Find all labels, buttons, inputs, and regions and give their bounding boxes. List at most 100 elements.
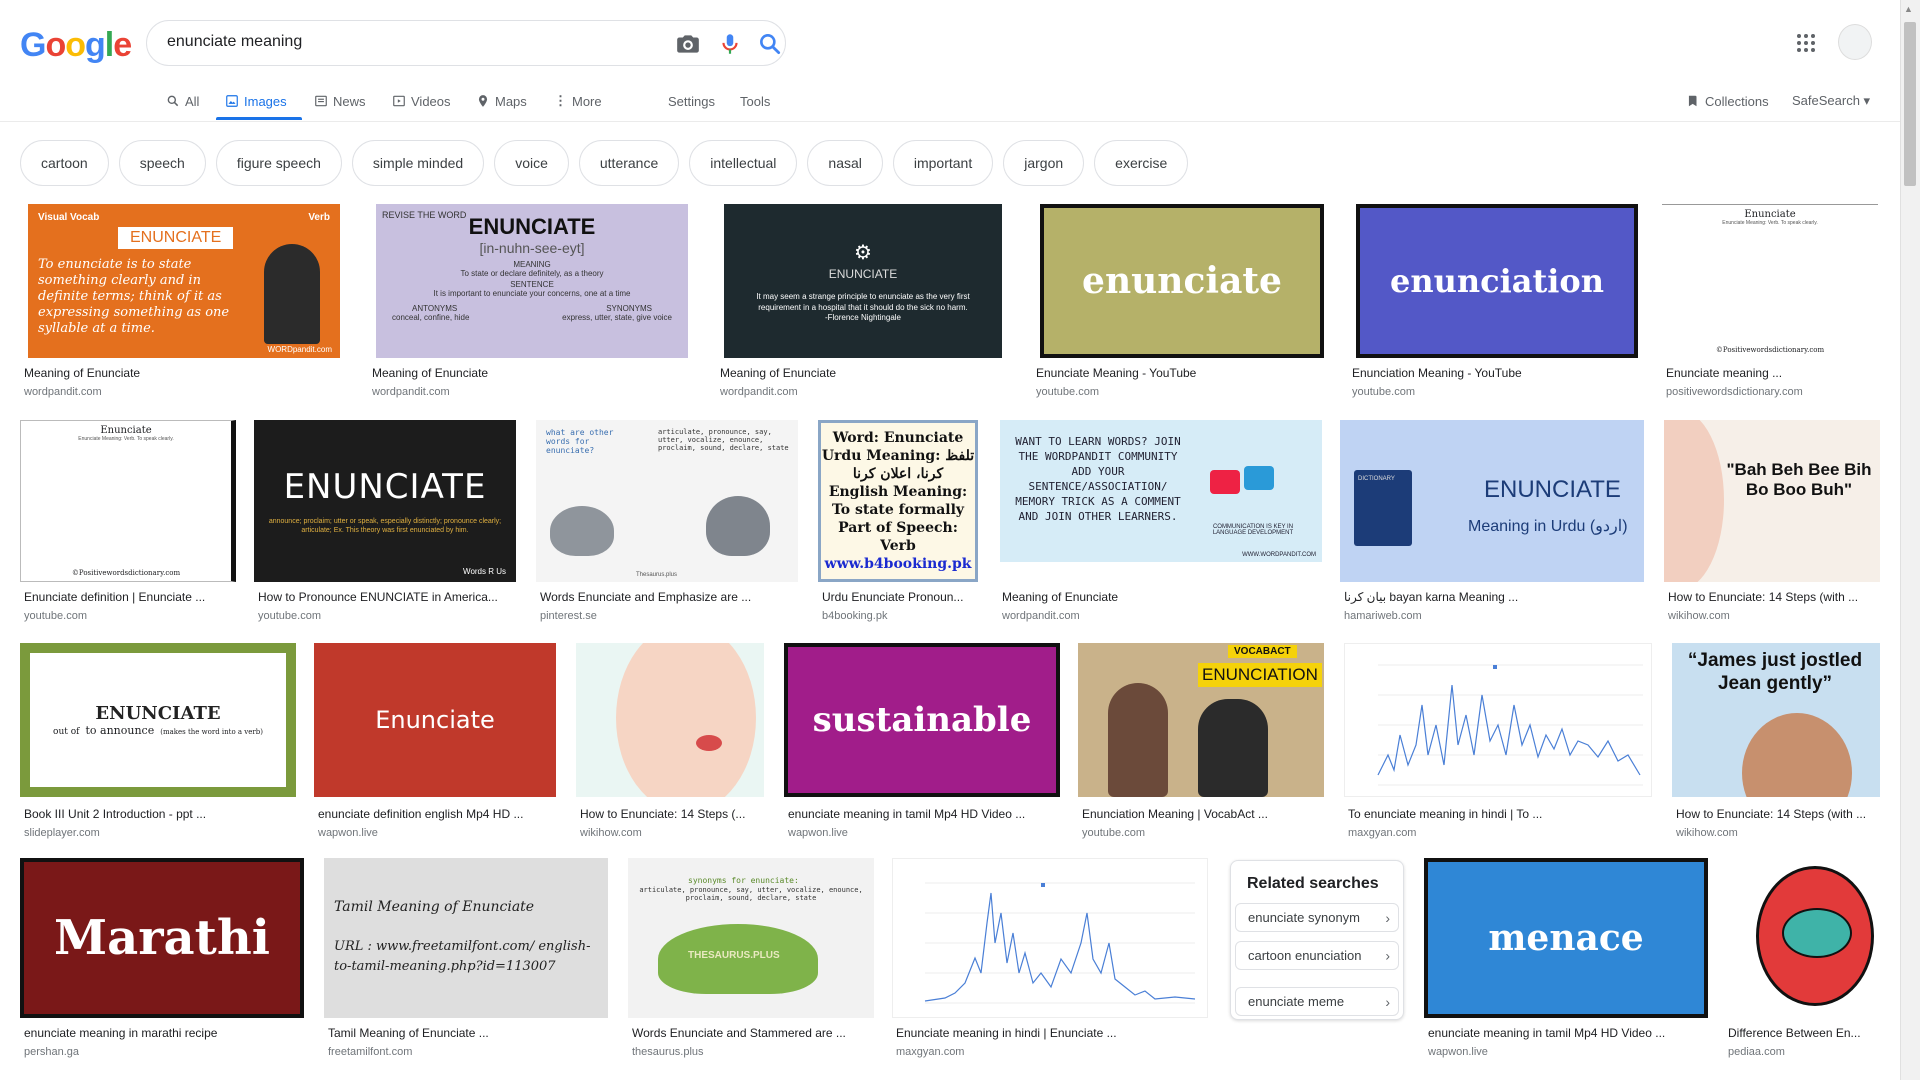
result-source[interactable]: pinterest.se (540, 610, 597, 622)
result-source[interactable]: youtube.com (1082, 827, 1145, 839)
result-caption[interactable]: Urdu Enunciate Pronoun... (822, 590, 978, 604)
search-input[interactable] (167, 33, 637, 51)
image-result[interactable]: Enunciate Enunciate Meaning: Verb. To sp… (1658, 200, 1880, 400)
apps-icon[interactable] (1796, 33, 1816, 53)
result-thumbnail[interactable]: Visual Vocab Verb ENUNCIATE To enunciate… (28, 204, 340, 358)
result-source[interactable]: wikihow.com (1668, 610, 1730, 622)
chip[interactable]: figure speech (215, 140, 342, 186)
result-caption[interactable]: Difference Between En... (1728, 1026, 1878, 1040)
result-thumbnail[interactable]: Word: Enunciate Urdu Meaning: تلفظ کرنا،… (818, 420, 978, 582)
image-result[interactable]: REVISE THE WORD ENUNCIATE [in-nuhn-see-e… (368, 200, 688, 400)
result-source[interactable]: positivewordsdictionary.com (1666, 386, 1803, 398)
image-result[interactable]: Difference Between En... pediaa.com (1726, 858, 1886, 1058)
result-source[interactable]: youtube.com (1036, 386, 1099, 398)
result-thumbnail[interactable] (1344, 643, 1652, 797)
image-result[interactable]: enunciate Enunciate Meaning - YouTube yo… (1032, 200, 1328, 400)
result-thumbnail[interactable]: sustainable (784, 643, 1060, 797)
image-result[interactable]: Tamil Meaning of Enunciate URL : www.fre… (324, 858, 610, 1058)
result-thumbnail[interactable]: ENUNCIATE out of to announce (makes the … (20, 643, 296, 797)
result-source[interactable]: youtube.com (258, 610, 321, 622)
result-source[interactable]: wordpandit.com (1002, 610, 1080, 622)
result-source[interactable]: hamariweb.com (1344, 610, 1422, 622)
result-caption[interactable]: enunciate meaning in marathi recipe (24, 1026, 304, 1040)
image-result[interactable]: “James just jostled Jean gently” How to … (1672, 643, 1882, 843)
chip[interactable]: speech (118, 140, 206, 186)
image-result[interactable]: enunciation Enunciation Meaning - YouTub… (1348, 200, 1638, 400)
settings-link[interactable]: Settings (668, 90, 715, 112)
result-caption[interactable]: enunciate meaning in tamil Mp4 HD Video … (1428, 1026, 1708, 1040)
result-thumbnail[interactable] (1726, 858, 1878, 1018)
image-result[interactable]: ENUNCIATE announce; proclaim; utter or s… (254, 420, 516, 624)
result-source[interactable]: wordpandit.com (24, 386, 102, 398)
result-thumbnail[interactable]: REVISE THE WORD ENUNCIATE [in-nuhn-see-e… (376, 204, 688, 358)
result-caption[interactable]: Enunciate definition | Enunciate ... (24, 590, 234, 604)
result-source[interactable]: youtube.com (24, 610, 87, 622)
scroll-up-arrow-icon[interactable]: ▲ (1904, 4, 1913, 14)
tab-images[interactable]: Images (225, 90, 287, 112)
result-caption[interactable]: بیان کرنا bayan karna Meaning ... (1344, 590, 1640, 604)
result-caption[interactable]: Meaning of Enunciate (372, 366, 682, 380)
image-result[interactable]: Marathi enunciate meaning in marathi rec… (20, 858, 306, 1058)
result-caption[interactable]: How to Pronounce ENUNCIATE in America... (258, 590, 514, 604)
result-thumbnail[interactable]: “James just jostled Jean gently” (1672, 643, 1880, 797)
result-caption[interactable]: Words Enunciate and Emphasize are ... (540, 590, 796, 604)
related-search-item[interactable]: enunciate meme › (1235, 987, 1399, 1016)
result-caption[interactable]: Words Enunciate and Stammered are ... (632, 1026, 872, 1040)
result-caption[interactable]: Tamil Meaning of Enunciate ... (328, 1026, 608, 1040)
image-result[interactable]: Visual Vocab Verb ENUNCIATE To enunciate… (20, 200, 342, 400)
result-caption[interactable]: Meaning of Enunciate (720, 366, 1000, 380)
image-result[interactable]: Enunciate Enunciate Meaning: Verb. To sp… (20, 420, 236, 624)
chip[interactable]: voice (494, 140, 569, 186)
image-result[interactable]: what are other words for enunciate? arti… (536, 420, 798, 624)
related-search-item[interactable]: enunciate synonym › (1235, 903, 1399, 932)
result-caption[interactable]: Enunciation Meaning | VocabAct ... (1082, 807, 1322, 821)
result-caption[interactable]: How to Enunciate: 14 Steps (with ... (1676, 807, 1880, 821)
result-thumbnail[interactable]: ENUNCIATE announce; proclaim; utter or s… (254, 420, 516, 582)
safesearch-toggle[interactable]: SafeSearch ▾ (1792, 90, 1870, 112)
result-thumbnail[interactable]: Tamil Meaning of Enunciate URL : www.fre… (324, 858, 608, 1018)
tab-more[interactable]: ⋮ More (554, 90, 602, 112)
result-caption[interactable]: To enunciate meaning in hindi | To ... (1348, 807, 1648, 821)
result-source[interactable]: wikihow.com (1676, 827, 1738, 839)
result-thumbnail[interactable]: VOCABACT ENUNCIATION (1078, 643, 1324, 797)
chip[interactable]: intellectual (689, 140, 798, 186)
tab-videos[interactable]: Videos (392, 90, 451, 112)
result-caption[interactable]: How to Enunciate: 14 Steps (... (580, 807, 764, 821)
image-result[interactable]: To enunciate meaning in hindi | To ... m… (1344, 643, 1654, 843)
image-result[interactable]: How to Enunciate: 14 Steps (... wikihow.… (576, 643, 766, 843)
result-caption[interactable]: Enunciate meaning ... (1666, 366, 1876, 380)
camera-icon[interactable] (675, 31, 701, 57)
collections-link[interactable]: Collections (1686, 90, 1769, 112)
result-source[interactable]: wapwon.live (318, 827, 378, 839)
image-result[interactable]: "Bah Beh Bee Bih Bo Boo Buh" How to Enun… (1664, 420, 1880, 624)
result-caption[interactable]: Enunciate meaning in hindi | Enunciate .… (896, 1026, 1206, 1040)
result-thumbnail[interactable]: WANT TO LEARN WORDS? JOIN THE WORDPANDIT… (1000, 420, 1322, 562)
mic-icon[interactable] (717, 31, 743, 57)
image-result[interactable]: ENUNCIATE out of to announce (makes the … (20, 643, 296, 843)
google-logo[interactable]: Google (20, 26, 132, 65)
result-thumbnail[interactable]: DICTIONARY ENUNCIATE Meaning in Urdu (ار… (1340, 420, 1644, 582)
image-result[interactable]: menace enunciate meaning in tamil Mp4 HD… (1424, 858, 1710, 1058)
result-source[interactable]: wikihow.com (580, 827, 642, 839)
image-result[interactable]: synonyms for enunciate: articulate, pron… (628, 858, 876, 1058)
result-source[interactable]: freetamilfont.com (328, 1046, 412, 1058)
result-thumbnail[interactable]: what are other words for enunciate? arti… (536, 420, 798, 582)
chip[interactable]: jargon (1003, 140, 1085, 186)
chip[interactable]: simple minded (351, 140, 485, 186)
result-source[interactable]: maxgyan.com (896, 1046, 964, 1058)
result-thumbnail[interactable]: "Bah Beh Bee Bih Bo Boo Buh" (1664, 420, 1880, 582)
result-thumbnail[interactable]: Enunciate Enunciate Meaning: Verb. To sp… (20, 420, 236, 582)
image-result[interactable]: VOCABACT ENUNCIATION Enunciation Meaning… (1078, 643, 1324, 843)
chip[interactable]: utterance (578, 140, 680, 186)
result-caption[interactable]: Meaning of Enunciate (24, 366, 334, 380)
image-result[interactable]: ⚙ ENUNCIATE It may seem a strange princi… (716, 200, 1006, 400)
result-thumbnail[interactable]: menace (1424, 858, 1708, 1018)
tools-link[interactable]: Tools (740, 90, 770, 112)
tab-maps[interactable]: Maps (476, 90, 527, 112)
result-thumbnail[interactable] (892, 858, 1208, 1018)
image-result[interactable]: Word: Enunciate Urdu Meaning: تلفظ کرنا،… (818, 420, 980, 624)
image-result[interactable]: DICTIONARY ENUNCIATE Meaning in Urdu (ار… (1340, 420, 1646, 624)
search-icon[interactable] (757, 31, 783, 57)
result-caption[interactable]: enunciate meaning in tamil Mp4 HD Video … (788, 807, 1058, 821)
result-source[interactable]: youtube.com (1352, 386, 1415, 398)
